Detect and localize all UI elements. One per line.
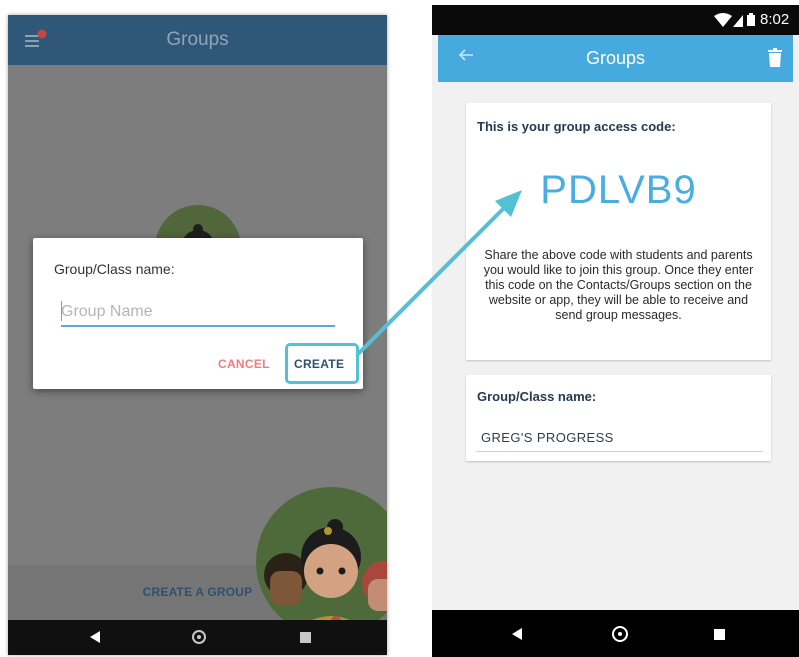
home-dot	[197, 635, 201, 639]
right-phone-screen: 8:02 Groups This is your group access co…	[432, 5, 799, 657]
signal-icon	[733, 14, 743, 27]
triangle-back-icon[interactable]	[90, 631, 100, 643]
group-name-underline	[476, 451, 763, 452]
cancel-button[interactable]: CANCEL	[218, 357, 270, 371]
left-app-bar: Groups	[8, 15, 387, 65]
dialog-label: Group/Class name:	[54, 261, 175, 277]
left-page-title: Groups	[166, 29, 229, 50]
arrow-left-icon[interactable]	[456, 45, 476, 65]
create-button[interactable]: CREATE	[294, 357, 344, 371]
group-name-field[interactable]: GREG'S PROGRESS	[481, 430, 614, 445]
group-name-label: Group/Class name:	[477, 389, 597, 404]
notification-badge	[37, 29, 47, 39]
home-dot	[618, 632, 622, 636]
battery-icon	[747, 13, 755, 26]
right-page-title: Groups	[585, 48, 646, 68]
right-app-bar: Groups	[438, 35, 793, 82]
hamburger-menu-icon[interactable]	[24, 29, 50, 51]
status-bar: 8:02	[432, 5, 799, 35]
android-nav-bar-right	[432, 610, 799, 657]
text-caret	[61, 301, 62, 321]
square-recent-icon[interactable]	[714, 629, 725, 640]
triangle-back-icon[interactable]	[512, 628, 522, 640]
circle-home-icon[interactable]	[612, 626, 628, 642]
status-time: 8:02	[760, 11, 790, 28]
wifi-icon	[714, 13, 732, 27]
create-group-dialog: Group/Class name: CANCEL CREATE	[33, 238, 363, 389]
square-recent-icon[interactable]	[300, 632, 311, 643]
group-name-input[interactable]	[61, 299, 335, 327]
group-name-card: Group/Class name: GREG'S PROGRESS	[466, 375, 771, 461]
android-nav-bar	[8, 620, 387, 655]
trash-icon[interactable]	[768, 48, 782, 67]
access-code-description: Share the above code with students and p…	[483, 248, 754, 322]
group-illustration-large	[256, 487, 387, 637]
access-code-value: PDLVB9	[540, 168, 697, 212]
access-code-card: This is your group access code: PDLVB9 S…	[466, 103, 771, 360]
access-code-label: This is your group access code:	[477, 119, 676, 134]
circle-home-icon[interactable]	[192, 630, 206, 644]
